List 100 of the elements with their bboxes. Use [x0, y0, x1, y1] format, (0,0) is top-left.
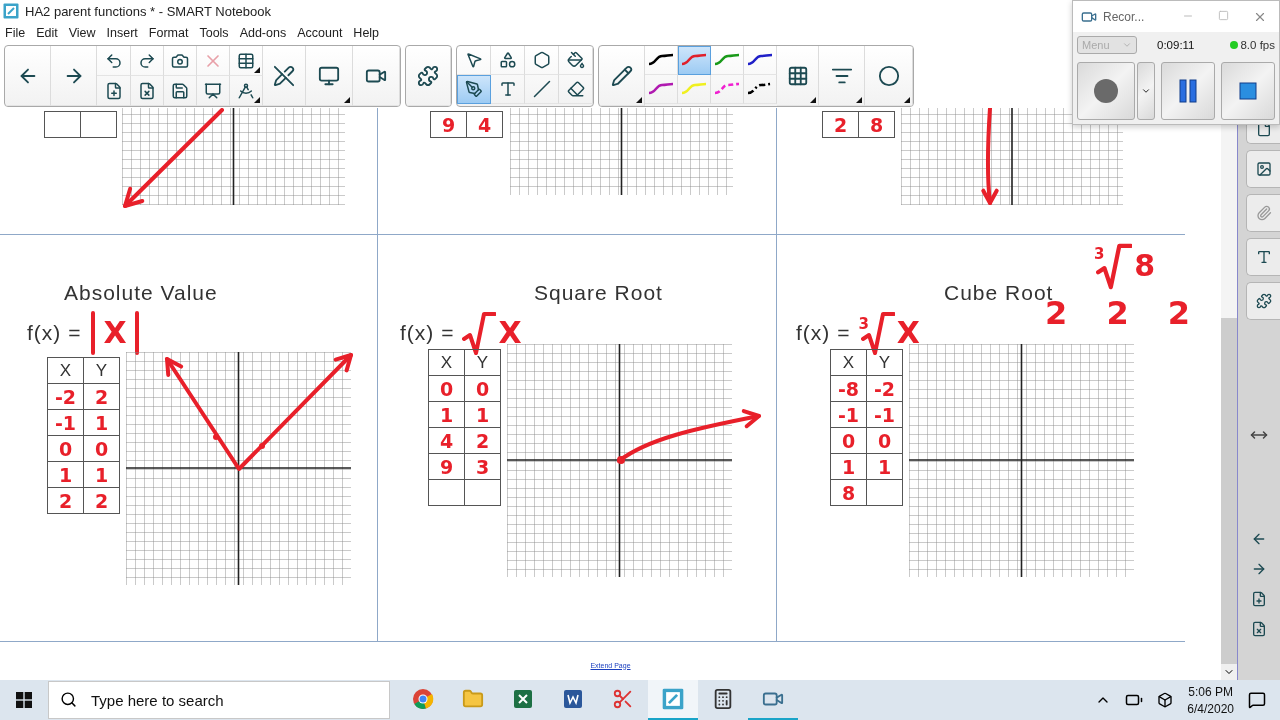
- pointer-icon: [464, 51, 483, 69]
- clock-date: 6/4/2020: [1187, 701, 1234, 716]
- document-icon: [563, 689, 583, 709]
- pen-swatch[interactable]: [645, 75, 678, 104]
- menu-item[interactable]: Format: [148, 26, 189, 40]
- column-header: Y: [83, 357, 120, 384]
- tool-button[interactable]: [457, 75, 491, 104]
- root-index: 3: [1093, 245, 1105, 263]
- radicand: 8: [1134, 251, 1156, 281]
- column-header: Y: [464, 349, 501, 376]
- menu-item[interactable]: Help: [353, 26, 380, 40]
- puzzle-button[interactable]: [406, 46, 451, 106]
- tool-button[interactable]: [559, 75, 593, 104]
- table-cell: 0: [830, 427, 867, 454]
- camera-icon: [171, 51, 189, 70]
- tool-button[interactable]: [491, 46, 525, 75]
- pen-swatch[interactable]: [711, 46, 744, 75]
- pen-swatch[interactable]: [678, 75, 711, 104]
- spreadsheet-icon: [513, 689, 533, 709]
- folder-icon: [462, 688, 484, 710]
- pen-icon: [464, 80, 483, 98]
- table-cell: 1: [866, 453, 903, 480]
- table-cell: 0: [47, 435, 84, 462]
- clear-ink-button[interactable]: [263, 46, 306, 106]
- add-ons-tab[interactable]: [1246, 282, 1280, 320]
- menu-item[interactable]: Account: [297, 26, 343, 40]
- elapsed-time: 0:09:11: [1157, 39, 1195, 51]
- table-cell: 2: [822, 111, 859, 138]
- table-cell: 2: [464, 427, 501, 454]
- table-cell: 8: [858, 111, 895, 138]
- clock[interactable]: 5:06 PM 6/4/2020: [1187, 684, 1234, 716]
- table-button[interactable]: [230, 46, 263, 76]
- back-arrow-icon: [1251, 531, 1267, 547]
- menu-item[interactable]: Insert: [106, 26, 138, 40]
- video-camera-button[interactable]: [353, 46, 400, 106]
- puzzle-icon: [417, 64, 439, 87]
- redo-button[interactable]: [131, 46, 164, 76]
- forward-arrow-icon: [1251, 561, 1267, 577]
- recorder-title: Recor...: [1103, 9, 1145, 24]
- table-cell: 2: [47, 487, 84, 514]
- delete-page-icon: [138, 81, 156, 100]
- table-cell: 1: [830, 453, 867, 480]
- screen-button[interactable]: [197, 76, 230, 106]
- tool-button[interactable]: [559, 46, 593, 75]
- formula-variable: X: [498, 318, 522, 348]
- tool-button[interactable]: [525, 46, 559, 75]
- menu-item[interactable]: Tools: [199, 26, 229, 40]
- scroll-down-button[interactable]: [1221, 664, 1237, 680]
- table-cell: 9: [428, 453, 465, 480]
- save-icon: [171, 81, 189, 100]
- delete-page-button[interactable]: [131, 76, 164, 106]
- search-field[interactable]: Type here to search: [48, 681, 390, 719]
- paperclip-icon: [1255, 205, 1272, 221]
- column-header: X: [428, 349, 465, 376]
- calculator-icon: [712, 688, 734, 710]
- formula-variable: X: [103, 318, 127, 348]
- root-index: 3: [858, 315, 869, 333]
- table-cell: 0: [428, 375, 465, 402]
- pen-swatch[interactable]: [678, 46, 711, 75]
- add-page-icon: [1251, 591, 1267, 607]
- tool-button[interactable]: [491, 75, 525, 104]
- menu-item[interactable]: View: [68, 26, 96, 40]
- table-cell: 1: [47, 461, 84, 488]
- monitor-icon: [318, 64, 340, 87]
- menu-item[interactable]: Edit: [36, 26, 58, 40]
- table-cell: -2: [866, 375, 903, 402]
- pen-swatch[interactable]: [711, 75, 744, 104]
- clear-ink-icon: [273, 64, 295, 87]
- notifications-icon[interactable]: [1248, 691, 1266, 709]
- gallery-tab[interactable]: [1246, 150, 1280, 188]
- radical-drawing: [860, 311, 895, 355]
- image-icon: [1255, 161, 1272, 177]
- radical-drawing: [462, 311, 497, 355]
- table-cell: 2: [83, 487, 120, 514]
- table-cell: 3: [464, 453, 501, 480]
- undo-button[interactable]: [97, 46, 131, 76]
- table-cell: 4: [466, 111, 503, 138]
- table-icon: [237, 51, 255, 70]
- add-page-button[interactable]: [97, 76, 131, 106]
- box-icon[interactable]: [1157, 692, 1174, 708]
- screen-icon: [204, 81, 222, 100]
- table-cell: 0: [866, 427, 903, 454]
- pause-icon: [1179, 79, 1197, 103]
- record-button[interactable]: [1077, 62, 1135, 120]
- properties-tab[interactable]: [1246, 238, 1280, 276]
- table-cell: 9: [430, 111, 467, 138]
- caret-icon: [1122, 40, 1132, 50]
- save-button[interactable]: [164, 76, 197, 106]
- pause-button[interactable]: [1161, 62, 1215, 120]
- search-icon: [60, 691, 77, 708]
- menu-item[interactable]: File: [5, 26, 26, 40]
- camera-button[interactable]: [164, 46, 197, 76]
- panel-title: Square Root: [534, 281, 663, 306]
- column-header: X: [830, 349, 867, 376]
- pen-swatch[interactable]: [744, 75, 777, 104]
- formula-label: f(x) =: [796, 321, 851, 345]
- color-grid-icon: [786, 64, 809, 87]
- menu-item[interactable]: Add-ons: [239, 26, 287, 40]
- pen-swatch[interactable]: [744, 46, 777, 75]
- radical-drawing: [1096, 241, 1133, 291]
